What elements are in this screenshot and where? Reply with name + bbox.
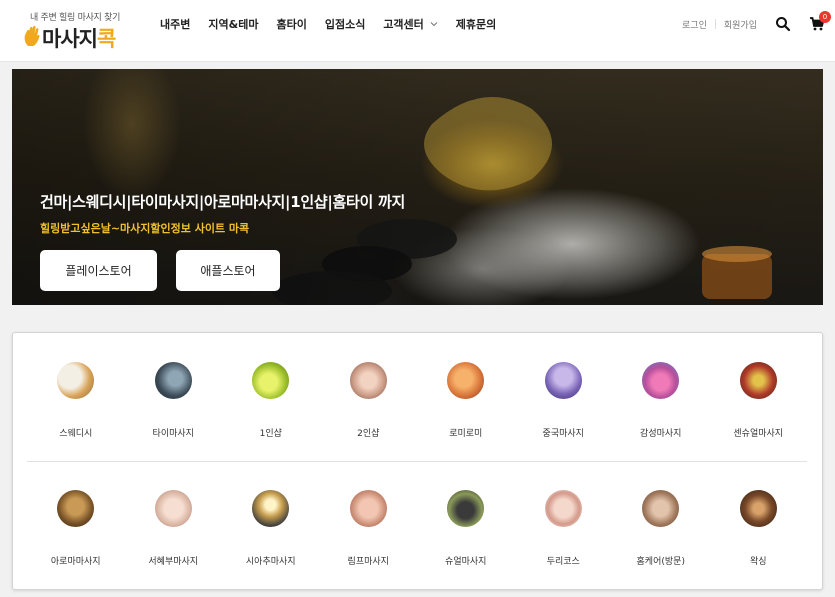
category-thumbnail — [154, 490, 192, 527]
nav-label: 홈타이 — [276, 18, 307, 31]
category-aroma-massage[interactable]: 아로마마사지 — [27, 479, 125, 589]
logo-word-accent: 콕 — [96, 27, 116, 51]
category-lomi-lomi[interactable]: 로미로미 — [417, 351, 515, 461]
category-waxing[interactable]: 왁싱 — [710, 479, 808, 589]
category-thumbnail — [349, 490, 387, 527]
category-one-person-shop[interactable]: 1인샵 — [222, 351, 320, 461]
category-thumbnail — [642, 490, 679, 527]
category-sensual-massage[interactable]: 센슈얼마사지 — [710, 351, 808, 461]
category-shiatsu-massage[interactable]: 시아추마사지 — [222, 479, 320, 589]
cart-count-badge: 0 — [819, 11, 831, 23]
hero-banner: 건마|스웨디시|타이마사지|아로마마사지|1인샵|홈타이 까지 힐링받고싶은날~… — [12, 69, 823, 305]
site-header: 내 주변 힐링 마사지 찾기 마사지콕 내주변 지역&테마 홈타이 입점소식 고… — [0, 0, 835, 62]
nav-label: 고객센터 — [383, 18, 424, 31]
category-thumbnail — [57, 490, 94, 527]
category-label: 센슈얼마사지 — [733, 429, 784, 439]
category-chinese-massage[interactable]: 중국마사지 — [515, 351, 613, 461]
category-label: 감성마사지 — [640, 429, 682, 439]
category-label: 로미로미 — [449, 429, 483, 439]
category-thumbnail — [154, 362, 192, 399]
category-label: 스웨디시 — [59, 429, 93, 439]
hero-title: 건마|스웨디시|타이마사지|아로마마사지|1인샵|홈타이 까지 — [40, 193, 405, 211]
header-utility: 로그인 회원가입 0 — [682, 11, 831, 32]
category-thumbnail — [447, 362, 484, 399]
category-label: 서혜부마사지 — [148, 557, 199, 567]
site-logo[interactable]: 내 주변 힐링 마사지 찾기 마사지콕 — [20, 10, 132, 54]
cart-icon[interactable]: 0 — [809, 11, 831, 32]
nav-item-region-theme[interactable]: 지역&테마 — [208, 16, 258, 32]
nav-label: 내주변 — [160, 18, 191, 31]
category-label: 아로마마사지 — [50, 557, 101, 567]
category-label: 림프마사지 — [347, 557, 389, 567]
logo-wordmark: 마사지콕 — [42, 23, 116, 53]
category-emotional-massage[interactable]: 감성마사지 — [612, 351, 710, 461]
category-thumbnail — [447, 490, 484, 527]
nav-item-home-thai[interactable]: 홈타이 — [276, 16, 306, 32]
category-thumbnail — [57, 362, 94, 399]
category-thumbnail — [252, 362, 289, 399]
nav-item-partnership[interactable]: 제휴문의 — [456, 16, 496, 32]
search-icon[interactable] — [775, 16, 791, 32]
category-inguinal-massage[interactable]: 서혜부마사지 — [125, 479, 223, 589]
category-two-person-shop[interactable]: 2인샵 — [320, 351, 418, 461]
category-thumbnail — [739, 362, 777, 399]
category-thumbnail — [739, 490, 777, 527]
category-thumbnail — [544, 362, 582, 399]
category-label: 슈얼마사지 — [445, 557, 487, 567]
logo-word-main: 마사지 — [42, 27, 98, 51]
play-store-button[interactable]: 플레이스토어 — [40, 250, 157, 291]
category-label: 2인샵 — [357, 429, 380, 439]
hand-icon — [24, 25, 40, 46]
nav-label: 지역&테마 — [208, 18, 259, 31]
category-swedish[interactable]: 스웨디시 — [27, 351, 125, 461]
nav-item-nearby[interactable]: 내주변 — [160, 16, 190, 32]
category-couple-course[interactable]: 두리코스 — [515, 479, 613, 589]
category-label: 중국마사지 — [542, 429, 584, 439]
category-panel: 스웨디시 타이마사지 1인샵 2인샵 로미로미 중국마사지 감성마사지 센슈얼마… — [12, 332, 823, 590]
category-thai-massage[interactable]: 타이마사지 — [125, 351, 223, 461]
nav-item-customer-center[interactable]: 고객센터 — [383, 16, 438, 32]
category-thumbnail — [642, 362, 679, 399]
nav-item-store-news[interactable]: 입점소식 — [325, 16, 365, 32]
category-thumbnail — [544, 490, 582, 527]
category-label: 두리코스 — [546, 557, 580, 567]
login-link[interactable]: 로그인 — [682, 18, 707, 31]
category-row: 아로마마사지 서혜부마사지 시아추마사지 림프마사지 슈얼마사지 두리코스 홈케… — [27, 479, 807, 589]
category-label: 시아추마사지 — [245, 557, 296, 567]
nav-label: 입점소식 — [324, 18, 366, 31]
category-label: 왁싱 — [749, 557, 767, 567]
signup-link[interactable]: 회원가입 — [724, 18, 757, 31]
category-label: 1인샵 — [259, 429, 282, 439]
category-thumbnail — [252, 490, 289, 527]
logo-tagline: 내 주변 힐링 마사지 찾기 — [30, 13, 121, 23]
hero-subtitle: 힐링받고싶은날~마사지할인정보 사이트 마콕 — [40, 222, 250, 235]
category-thumbnail — [349, 362, 387, 399]
category-label: 타이마사지 — [152, 429, 194, 439]
app-store-button[interactable]: 애플스토어 — [176, 250, 280, 291]
category-label: 홈케어(방문) — [636, 557, 685, 567]
category-row: 스웨디시 타이마사지 1인샵 2인샵 로미로미 중국마사지 감성마사지 센슈얼마… — [27, 351, 807, 461]
category-lymph-massage[interactable]: 림프마사지 — [320, 479, 418, 589]
chevron-down-icon — [430, 22, 438, 27]
category-sual-massage[interactable]: 슈얼마사지 — [417, 479, 515, 589]
nav-label: 제휴문의 — [455, 18, 497, 31]
category-home-care[interactable]: 홈케어(방문) — [612, 479, 710, 589]
divider — [714, 19, 716, 29]
main-nav: 내주변 지역&테마 홈타이 입점소식 고객센터 제휴문의 — [160, 16, 514, 32]
row-divider — [27, 461, 807, 462]
